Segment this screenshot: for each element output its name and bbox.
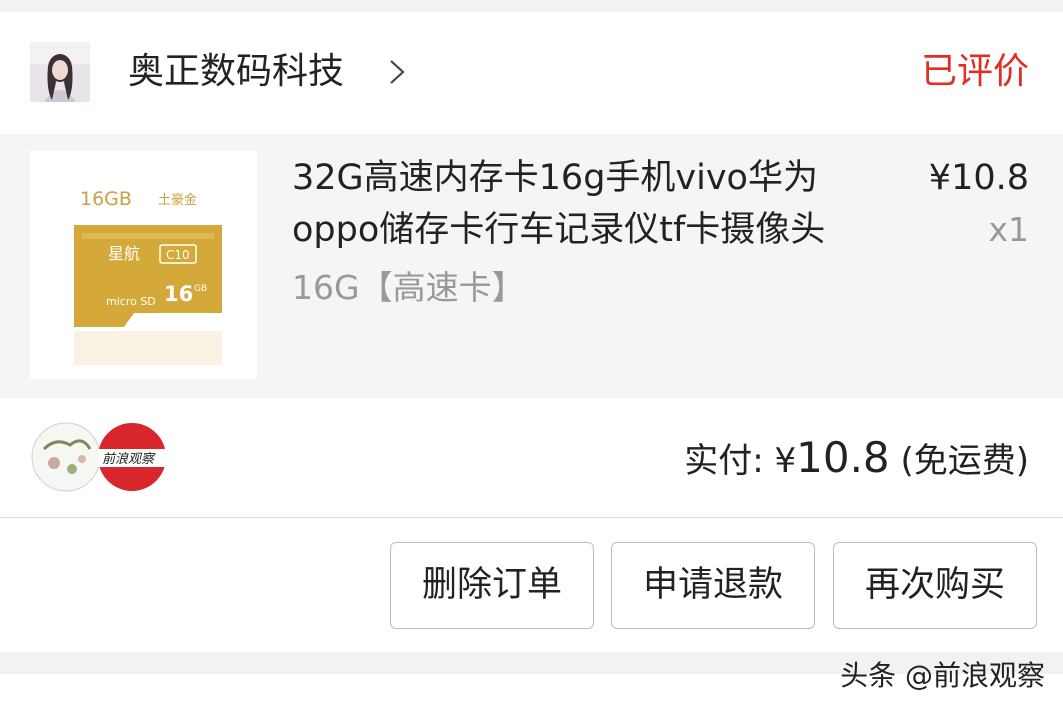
svg-text:micro SD: micro SD (106, 295, 156, 308)
request-refund-button[interactable]: 申请退款 (611, 542, 815, 629)
order-item[interactable]: 16GB 土豪金 星航 C10 micro SD 16 GB 32G高速内存卡1… (0, 134, 1063, 398)
product-sku: 16G【高速卡】 (292, 268, 525, 307)
payment-summary: 前浪观察 实付: ¥10.8 (免运费) (0, 398, 1063, 518)
paid-currency: ¥ (774, 441, 797, 481)
product-quantity: x1 (988, 210, 1029, 249)
source-watermark: 头条 @前浪观察 (840, 659, 1045, 692)
top-spacer (0, 0, 1063, 12)
shop-avatar[interactable] (30, 42, 90, 102)
paid-amount: 实付: ¥10.8 (免运费) (684, 436, 1029, 483)
product-title[interactable]: 32G高速内存卡16g手机vivo华为oppo储存卡行车记录仪tf卡摄像头 (292, 152, 892, 256)
shop-name[interactable]: 奥正数码科技 (128, 50, 344, 94)
chevron-right-icon[interactable] (384, 58, 412, 86)
stamp-text: 前浪观察 (102, 451, 156, 467)
shipping-note: (免运费) (889, 441, 1029, 481)
shop-header[interactable]: 奥正数码科技 已评价 (0, 12, 1063, 134)
delete-order-button[interactable]: 删除订单 (390, 542, 594, 629)
thumb-brand-label: 土豪金 (158, 192, 197, 208)
thumb-card-brand: 星航 (108, 244, 140, 263)
buy-again-button[interactable]: 再次购买 (833, 542, 1037, 629)
thumb-capacity-label: 16GB (80, 188, 132, 210)
thumb-card-capacity: 16 (164, 282, 193, 306)
thumb-card-unit: GB (194, 284, 207, 294)
order-status: 已评价 (920, 51, 1029, 92)
thumb-speed-class: C10 (166, 248, 190, 262)
paid-value: 10.8 (796, 433, 890, 482)
order-actions: 删除订单 申请退款 再次购买 (0, 519, 1063, 652)
watermark-stamps: 前浪观察 (30, 419, 170, 495)
product-thumbnail[interactable]: 16GB 土豪金 星航 C10 micro SD 16 GB (30, 151, 257, 379)
product-price: ¥10.8 (928, 158, 1029, 198)
paid-label: 实付: (684, 441, 775, 481)
